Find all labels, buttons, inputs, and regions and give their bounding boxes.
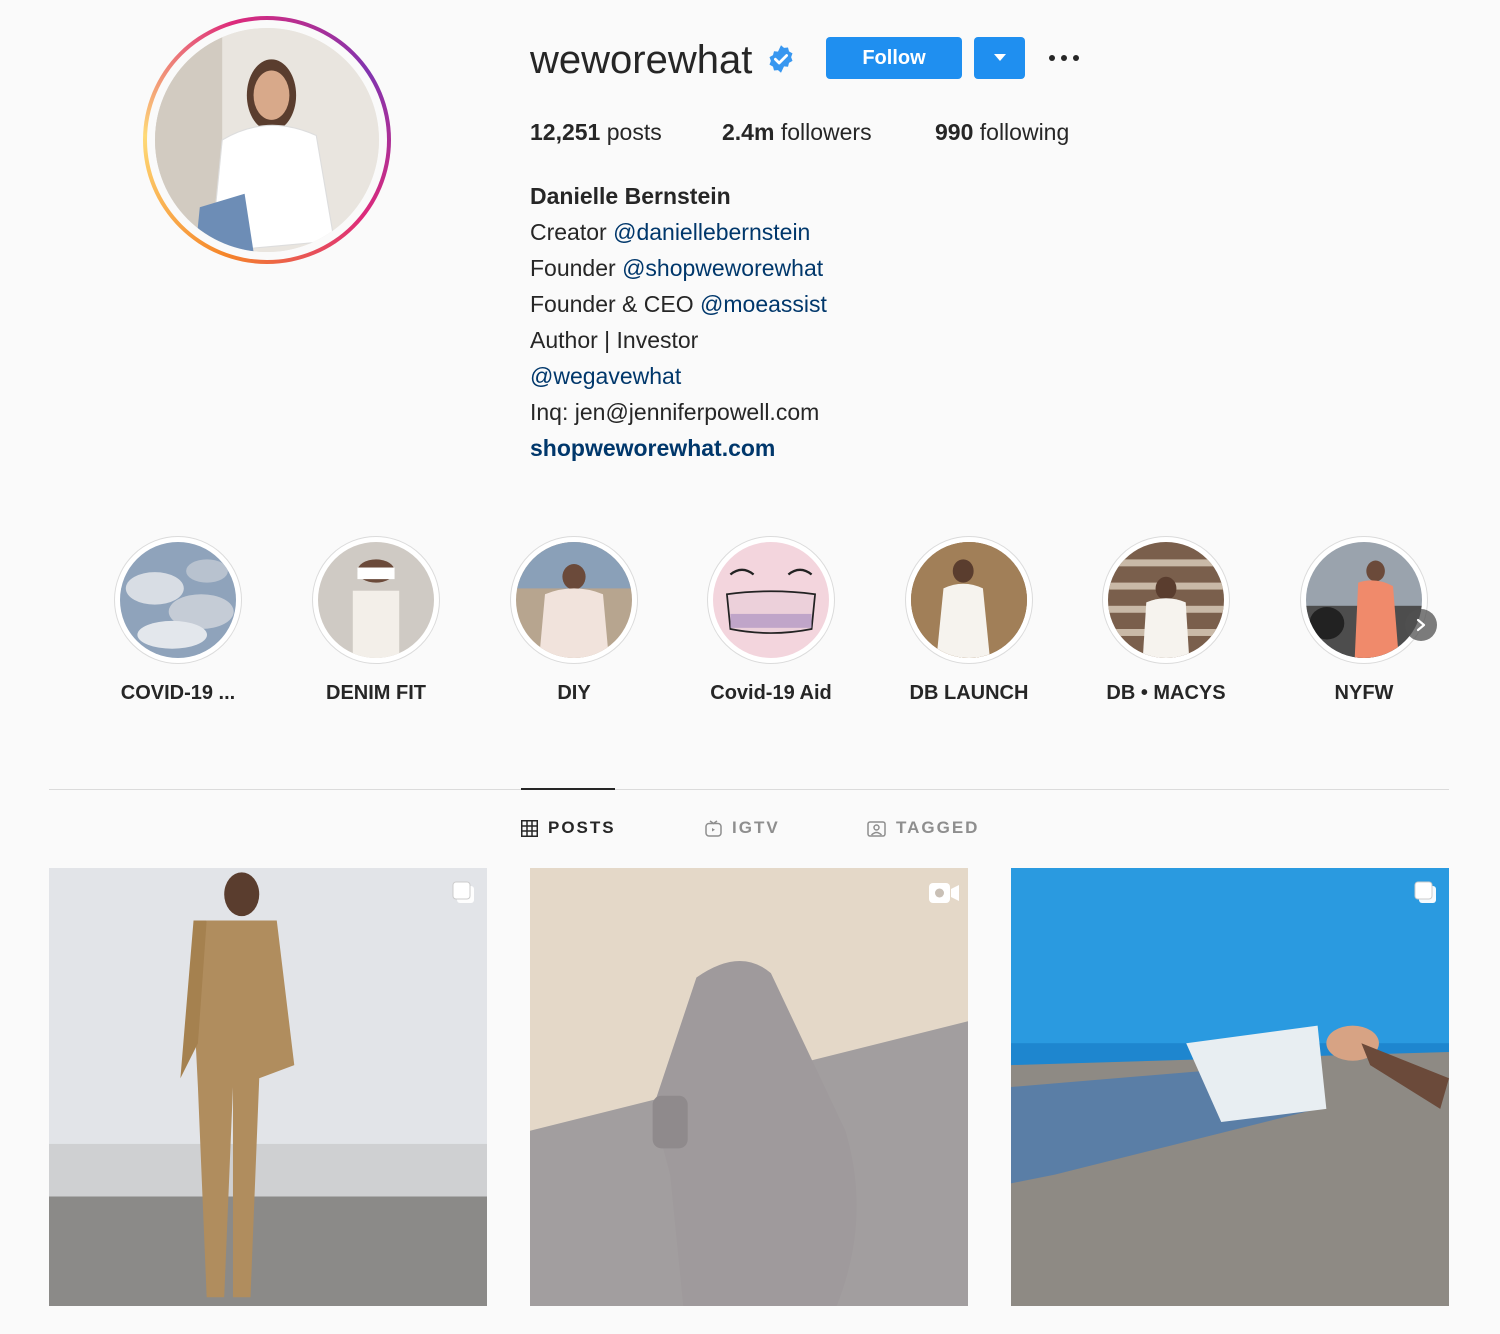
bio-mention-link[interactable]: @wegavewhat <box>530 363 681 389</box>
highlight-label: Covid-19 Aid <box>710 682 832 704</box>
igtv-icon <box>705 819 722 837</box>
carousel-icon <box>1414 881 1436 903</box>
dot-icon <box>1073 55 1079 61</box>
following-count-value: 990 <box>935 119 974 145</box>
verified-badge-icon <box>769 45 793 73</box>
highlight-item[interactable]: DENIM FIT <box>311 536 441 704</box>
caret-down-icon <box>993 54 1006 61</box>
follow-button[interactable]: Follow <box>826 37 962 79</box>
followers-count-label: followers <box>780 119 872 145</box>
post-thumbnail[interactable] <box>1011 868 1449 1306</box>
tab-label: IGTV <box>732 818 780 837</box>
tabs-divider <box>49 789 1449 790</box>
followers-count-value: 2.4m <box>722 119 775 145</box>
following-link[interactable]: 990 following <box>935 116 1069 148</box>
bio-mention-link[interactable]: @moeassist <box>700 291 827 317</box>
tab-posts[interactable]: POSTS <box>521 818 616 838</box>
highlight-item[interactable]: NYFW <box>1299 536 1429 704</box>
highlight-cover <box>911 542 1027 658</box>
post-thumbnail[interactable] <box>530 868 968 1306</box>
highlight-label: DIY <box>557 682 591 704</box>
highlight-label: DB LAUNCH <box>909 682 1029 704</box>
highlight-item[interactable]: Covid-19 Aid <box>706 536 836 704</box>
more-options-button[interactable] <box>1044 48 1084 68</box>
tab-tagged[interactable]: TAGGED <box>867 818 979 838</box>
highlight-item[interactable]: DB • MACYS <box>1101 536 1231 704</box>
post-image <box>49 868 487 1306</box>
post-image <box>530 868 968 1306</box>
chevron-right-icon <box>1416 618 1426 632</box>
tab-label: TAGGED <box>896 818 980 837</box>
highlight-cover <box>120 542 236 658</box>
dot-icon <box>1061 55 1067 61</box>
highlight-cover <box>1108 542 1224 658</box>
tab-label: POSTS <box>548 818 616 837</box>
bio-mention-link[interactable]: @shopweworewhat <box>622 255 823 281</box>
bio-text: Inq: jen@jenniferpowell.com <box>530 399 820 425</box>
profile-username: weworewhat <box>530 38 753 82</box>
active-tab-indicator <box>521 788 615 790</box>
highlights-next-button[interactable] <box>1405 609 1437 641</box>
highlight-cover <box>1306 542 1422 658</box>
highlight-label: DB • MACYS <box>1106 682 1226 704</box>
posts-count-value: 12,251 <box>530 119 601 145</box>
following-count-label: following <box>979 119 1070 145</box>
highlight-label: COVID-19 ... <box>120 682 236 704</box>
highlight-label: NYFW <box>1334 682 1394 704</box>
highlight-cover <box>516 542 632 658</box>
posts-count: 12,251 posts <box>530 116 662 148</box>
bio-line: @wegavewhat <box>530 358 827 394</box>
highlight-cover <box>318 542 434 658</box>
bio-text: Founder & CEO <box>530 291 694 317</box>
highlight-item[interactable]: DIY <box>509 536 639 704</box>
profile-bio: Danielle Bernstein Creator @daniellebern… <box>530 178 827 466</box>
profile-full-name: Danielle Bernstein <box>530 183 731 209</box>
bio-mention-link[interactable]: @daniellebernstein <box>613 219 810 245</box>
dot-icon <box>1049 55 1055 61</box>
post-image <box>1011 868 1449 1306</box>
bio-line: Founder @shopweworewhat <box>530 250 827 286</box>
suggested-accounts-dropdown-button[interactable] <box>974 37 1025 79</box>
profile-avatar[interactable] <box>143 16 391 264</box>
bio-text: Creator <box>530 219 607 245</box>
highlight-item[interactable]: DB LAUNCH <box>904 536 1034 704</box>
video-icon <box>929 883 959 903</box>
post-thumbnail[interactable] <box>49 868 487 1306</box>
posts-count-label: posts <box>606 119 662 145</box>
highlight-cover <box>713 542 829 658</box>
bio-text: Author | Investor <box>530 327 699 353</box>
website-link[interactable]: shopweworewhat.com <box>530 435 775 461</box>
bio-line: shopweworewhat.com <box>530 430 827 466</box>
highlight-label: DENIM FIT <box>326 682 426 704</box>
highlight-item[interactable]: COVID-19 ... <box>113 536 243 704</box>
carousel-icon <box>452 881 474 903</box>
bio-text: Founder <box>530 255 616 281</box>
bio-line: Creator @daniellebernstein <box>530 214 827 250</box>
tab-igtv[interactable]: IGTV <box>705 818 780 838</box>
grid-icon <box>521 819 538 837</box>
tagged-icon <box>867 820 886 837</box>
bio-line: Founder & CEO @moeassist <box>530 286 827 322</box>
followers-link[interactable]: 2.4m followers <box>722 116 872 148</box>
